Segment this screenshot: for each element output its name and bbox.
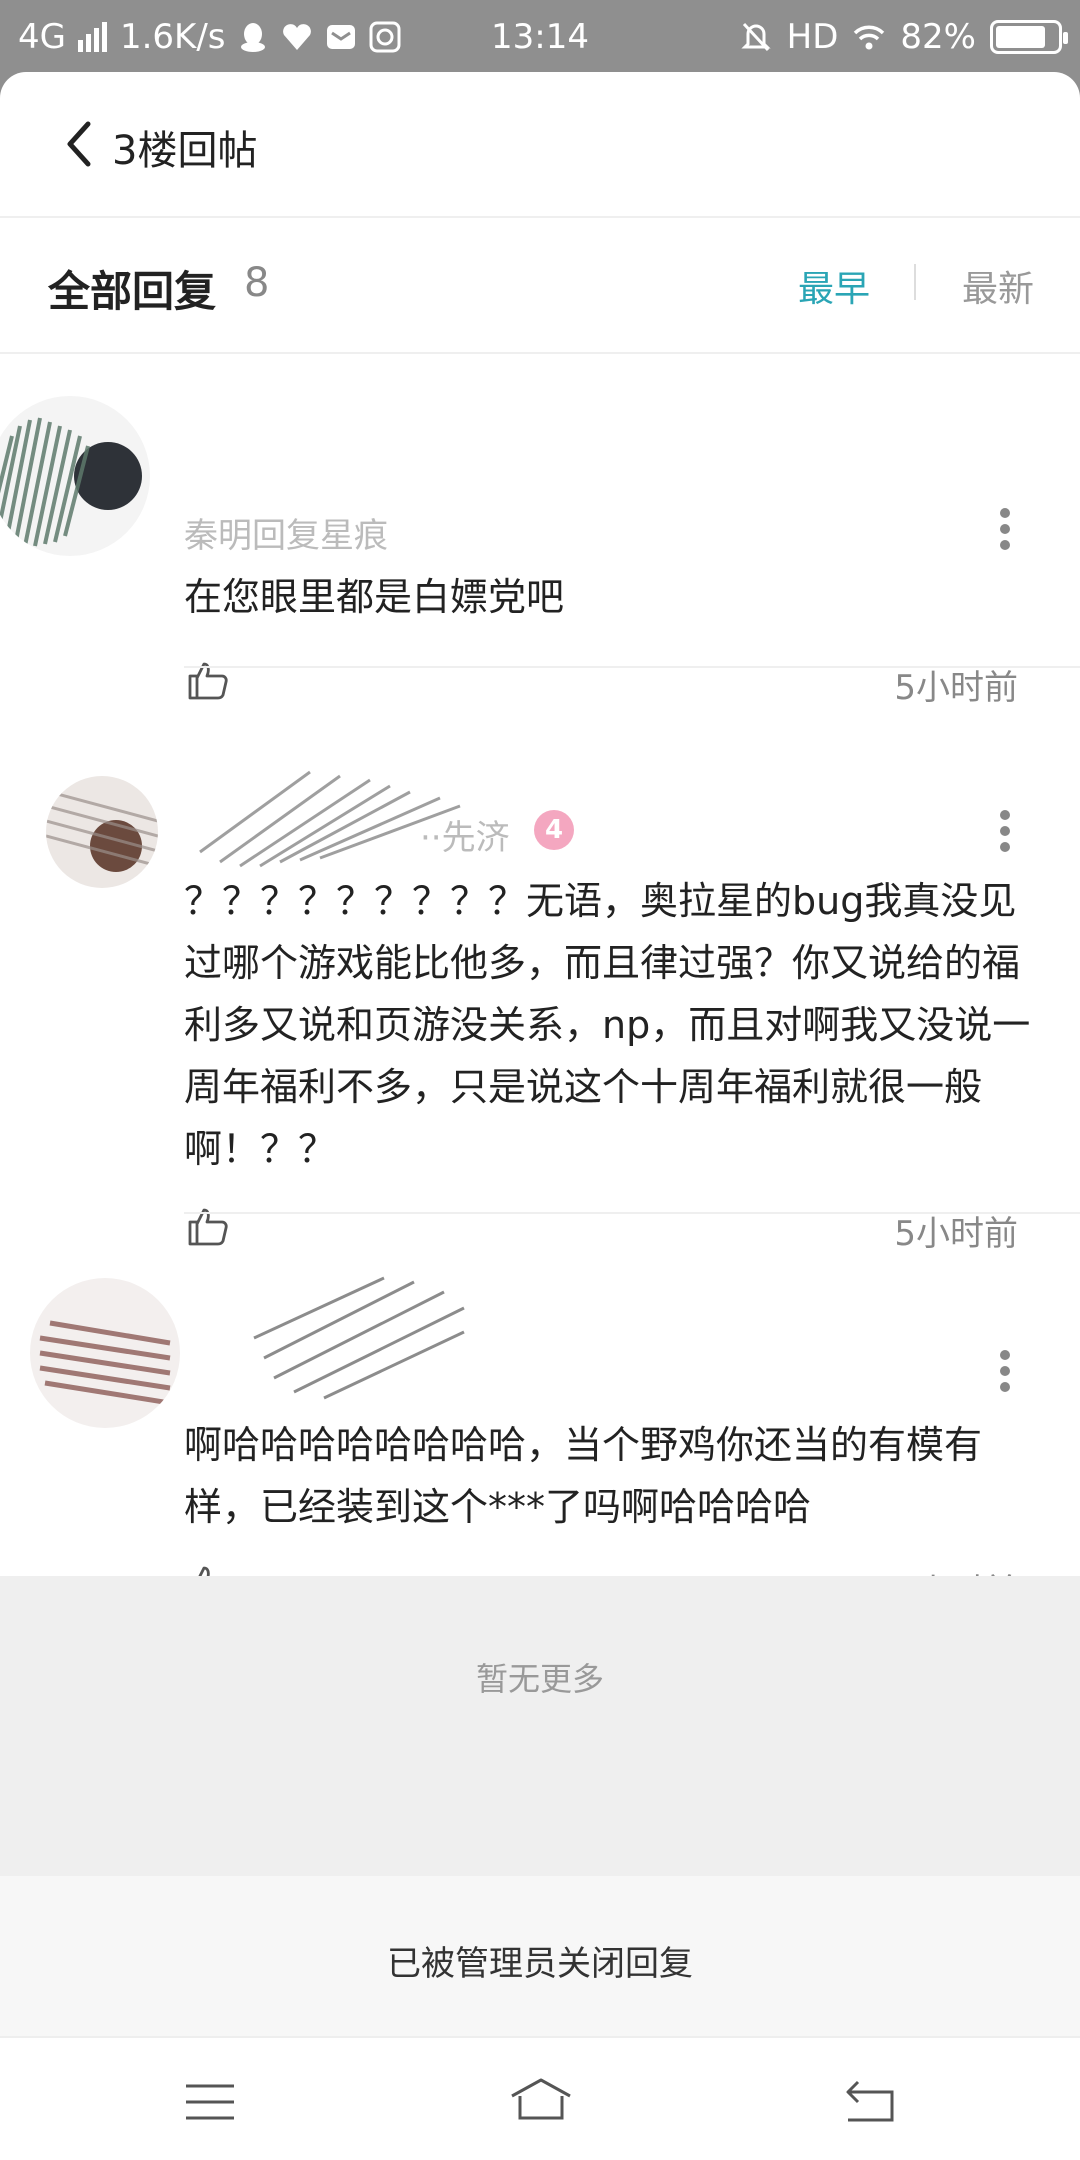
mute-icon [741, 22, 771, 52]
menu-icon[interactable] [182, 2074, 238, 2130]
hd-indicator: HD [786, 17, 839, 57]
replies-closed-bar: 已被管理员关闭回复 [0, 1876, 1080, 2036]
replies-closed-text: 已被管理员关闭回复 [387, 1944, 693, 1984]
chevron-left-icon[interactable] [52, 114, 112, 174]
reply-item: 秦明回复星痕 在您眼里都是白嫖党吧 5小时前 [0, 362, 1080, 708]
top-bar: 3楼回帖 [0, 72, 1080, 216]
wifi-icon [854, 25, 885, 50]
reply-text: 啊哈哈哈哈哈哈哈哈，当个野鸡你还当的有模有样，已经装到这个***了吗啊哈哈哈哈 [184, 1423, 983, 1529]
reply-count: 8 [244, 260, 270, 306]
sort-newest-button[interactable]: 最新 [962, 260, 1034, 312]
avatar[interactable] [46, 776, 158, 888]
status-bar: 4G 1.6K/s 13:14 HD 82% [0, 0, 1080, 74]
reply-text: 在您眼里都是白嫖党吧 [184, 575, 565, 619]
sort-separator [914, 264, 916, 300]
system-nav-bar [0, 2036, 1080, 2160]
battery-percent: 82% [900, 17, 976, 57]
avatar[interactable] [0, 396, 150, 556]
divider [0, 352, 1080, 354]
more-options-icon[interactable] [994, 502, 1016, 562]
reply-sheet: 3楼回帖 全部回复 8 最早 最新 秦明回复星痕 在您眼里都是白嫖党吧 5小时前… [0, 72, 1080, 2160]
more-options-icon[interactable] [994, 1344, 1016, 1404]
battery-icon [990, 20, 1068, 54]
sort-earliest-button[interactable]: 最早 [798, 260, 870, 312]
level-badge: 4 [534, 810, 574, 850]
username[interactable]: ··先济 [420, 810, 510, 859]
filter-bar: 全部回复 8 最早 最新 [0, 218, 1080, 352]
username[interactable]: 秦明回复星痕 [184, 508, 388, 557]
all-replies-label: 全部回复 [48, 267, 217, 316]
reply-item: ··先济 4 ？？？？？？？？？无语，奥拉星的bug我真没见过哪个游戏能比他多，… [0, 672, 1080, 1282]
page-title: 3楼回帖 [112, 128, 258, 174]
no-more-area: 暂无更多 [0, 1576, 1080, 1876]
reply-text: ？？？？？？？？？无语，奥拉星的bug我真没见过哪个游戏能比他多，而且律过强？你… [184, 879, 1031, 1171]
more-options-icon[interactable] [994, 804, 1016, 864]
redaction-scribble [253, 1276, 465, 1400]
avatar[interactable] [30, 1278, 180, 1428]
reply-item: 啊哈哈哈哈哈哈哈哈，当个野鸡你还当的有模有样，已经装到这个***了吗啊哈哈哈哈 … [0, 1218, 1080, 1612]
home-icon[interactable] [508, 2074, 574, 2130]
divider [184, 1212, 1080, 1214]
no-more-text: 暂无更多 [475, 1660, 604, 1698]
divider [184, 666, 1080, 668]
back-arrow-icon[interactable] [842, 2074, 898, 2130]
